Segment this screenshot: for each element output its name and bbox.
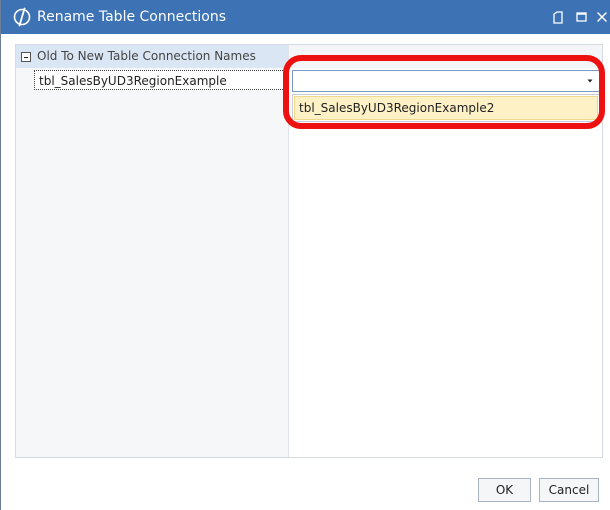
value-column-header xyxy=(289,45,602,68)
restore-button[interactable] xyxy=(549,6,567,28)
app-logo-icon xyxy=(13,7,31,27)
dropdown-list: tbl_SalesByUD3RegionExample2 xyxy=(292,94,600,122)
rename-table-connections-dialog: Rename Table Connections Old To New Tabl… xyxy=(0,0,610,510)
window-title: Rename Table Connections xyxy=(37,9,227,25)
property-name-cell[interactable]: tbl_SalesByUD3RegionExample xyxy=(34,70,287,90)
category-label: Old To New Table Connection Names xyxy=(37,49,256,63)
title-bar: Rename Table Connections xyxy=(1,0,610,34)
maximize-icon xyxy=(575,12,587,22)
maximize-button[interactable] xyxy=(573,6,589,28)
collapse-icon[interactable] xyxy=(21,52,31,62)
new-name-combobox[interactable] xyxy=(292,70,600,92)
dropdown-option-label: tbl_SalesByUD3RegionExample2 xyxy=(299,101,495,115)
restore-icon xyxy=(553,10,563,24)
cancel-button[interactable]: Cancel xyxy=(539,478,599,502)
close-button[interactable] xyxy=(593,6,610,28)
dropdown-option[interactable]: tbl_SalesByUD3RegionExample2 xyxy=(294,96,598,120)
category-row[interactable]: Old To New Table Connection Names xyxy=(16,45,288,68)
name-column xyxy=(16,45,289,457)
ok-button[interactable]: OK xyxy=(478,478,531,502)
property-grid: Old To New Table Connection Names tbl_Sa… xyxy=(15,44,603,458)
property-name-text: tbl_SalesByUD3RegionExample xyxy=(39,74,227,88)
dropdown-arrow-icon[interactable] xyxy=(586,77,594,85)
close-icon xyxy=(597,12,607,22)
